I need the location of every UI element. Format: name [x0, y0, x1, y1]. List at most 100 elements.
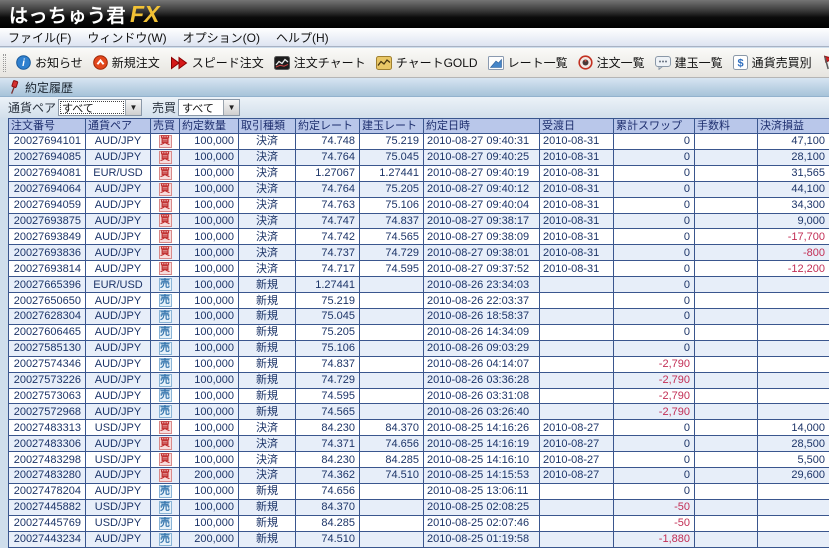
toolbar-button-label: 新規注文 [112, 54, 160, 71]
chevron-down-icon[interactable]: ▼ [125, 100, 141, 115]
chart-gold-icon [376, 56, 392, 70]
cell-exec-datetime: 2010-08-25 14:15:53 [424, 468, 540, 484]
cell-quantity: 100,000 [180, 500, 239, 516]
table-row[interactable]: 20027665396EUR/USD売100,000新規1.274412010-… [9, 277, 829, 293]
table-row[interactable]: 20027694085AUD/JPY買100,000決済74.76475.045… [9, 150, 829, 166]
table-row[interactable]: 20027628304AUD/JPY売100,000新規75.0452010-0… [9, 309, 829, 325]
table-row[interactable]: 20027693875AUD/JPY買100,000決済74.74774.837… [9, 214, 829, 230]
toolbar-button-label: レート一覧 [508, 54, 568, 71]
cell-currency-pair: AUD/JPY [86, 404, 151, 420]
table-row[interactable]: 20027650650AUD/JPY売100,000新規75.2192010-0… [9, 293, 829, 309]
chart-gold-button[interactable]: チャートGOLD [371, 52, 483, 73]
buy-badge: 買 [159, 469, 172, 482]
toolbar: i お知らせ 新規注文スピード注文注文チャート チャートGOLD レート一覧注文一覧 建玉… [0, 48, 829, 78]
toolbar-button-label: チャートGOLD [396, 54, 478, 71]
cell-value-date [540, 293, 614, 309]
buy-badge: 買 [159, 230, 172, 243]
table-row[interactable]: 20027693836AUD/JPY買100,000決済74.73774.729… [9, 245, 829, 261]
table-row[interactable]: 20027585130AUD/JPY売100,000新規75.1062010-0… [9, 341, 829, 357]
cell-value-date: 2010-08-27 [540, 452, 614, 468]
menu-item-3[interactable]: ヘルプ(H) [268, 28, 337, 46]
order-list-button[interactable]: 注文一覧 [573, 52, 650, 73]
table-row[interactable]: 20027483306AUD/JPY買100,000決済74.37174.656… [9, 436, 829, 452]
cell-value-date [540, 532, 614, 548]
cell-quantity: 100,000 [180, 516, 239, 532]
table-row[interactable]: 20027694059AUD/JPY買100,000決済74.76375.106… [9, 198, 829, 214]
cell-swap: 0 [614, 214, 695, 230]
cell-position-rate: 74.837 [360, 214, 424, 230]
cell-trade-type: 新規 [239, 293, 296, 309]
order-chart-icon [274, 56, 290, 70]
cell-value-date: 2010-08-31 [540, 150, 614, 166]
position-list-button[interactable]: 建玉一覧 [650, 52, 728, 73]
table-row[interactable]: 20027483298USD/JPY買100,000決済84.23084.285… [9, 452, 829, 468]
table-row[interactable]: 20027573063AUD/JPY売100,000新規74.5952010-0… [9, 389, 829, 405]
order-chart-button[interactable]: 注文チャート [269, 52, 371, 73]
cell-exec-datetime: 2010-08-27 09:38:09 [424, 229, 540, 245]
column-header-currency-pair: 通貨ペア [86, 118, 151, 134]
menu-item-0[interactable]: ファイル(F) [0, 28, 79, 46]
cell-exec-rate: 1.27067 [296, 166, 360, 182]
cell-swap: 0 [614, 229, 695, 245]
table-row[interactable]: 20027445882USD/JPY売100,000新規84.3702010-0… [9, 500, 829, 516]
cell-value-date: 2010-08-31 [540, 134, 614, 150]
cell-quantity: 100,000 [180, 293, 239, 309]
currency-pair-select[interactable]: すべて ▼ [58, 99, 142, 116]
execution-history-icon [822, 55, 829, 70]
cell-value-date [540, 516, 614, 532]
speed-order-button[interactable]: スピード注文 [165, 52, 269, 73]
table-row[interactable]: 20027572968AUD/JPY売100,000新規74.5652010-0… [9, 404, 829, 420]
table-row[interactable]: 20027483280AUD/JPY買200,000決済74.36274.510… [9, 468, 829, 484]
table-row[interactable]: 20027443234AUD/JPY売200,000新規74.5102010-0… [9, 532, 829, 548]
cell-value-date: 2010-08-27 [540, 468, 614, 484]
new-order-button[interactable]: 新規注文 [88, 52, 165, 73]
buy-badge: 買 [159, 246, 172, 259]
order-list-icon [578, 55, 593, 70]
table-row[interactable]: 20027693849AUD/JPY買100,000決済74.74274.565… [9, 229, 829, 245]
chevron-down-icon[interactable]: ▼ [223, 100, 239, 115]
cell-order-no: 20027443234 [9, 532, 86, 548]
table-row[interactable]: 20027606465AUD/JPY売100,000新規75.2052010-0… [9, 325, 829, 341]
cell-side: 売 [151, 277, 180, 293]
table-row[interactable]: 20027445769USD/JPY売100,000新規84.2852010-0… [9, 516, 829, 532]
info-icon: i [16, 55, 31, 70]
menu-item-1[interactable]: ウィンドウ(W) [79, 28, 174, 46]
cell-order-no: 20027694085 [9, 150, 86, 166]
info-button[interactable]: i お知らせ [11, 52, 88, 73]
menu-bar: ファイル(F)ウィンドウ(W)オプション(O)ヘルプ(H) [0, 28, 829, 47]
cell-exec-rate: 1.27441 [296, 277, 360, 293]
cell-position-rate [360, 357, 424, 373]
cell-currency-pair: AUD/JPY [86, 261, 151, 277]
cell-quantity: 100,000 [180, 198, 239, 214]
cell-pl [758, 373, 829, 389]
cell-quantity: 100,000 [180, 182, 239, 198]
cell-side: 買 [151, 166, 180, 182]
buy-badge: 買 [159, 167, 172, 180]
rate-list-button[interactable]: レート一覧 [483, 52, 573, 73]
column-header-exec-rate: 約定レート [296, 118, 360, 134]
new-order-icon [93, 55, 108, 70]
table-row[interactable]: 20027574346AUD/JPY売100,000新規74.8372010-0… [9, 357, 829, 373]
cell-position-rate [360, 516, 424, 532]
cell-order-no: 20027572968 [9, 404, 86, 420]
table-row[interactable]: 20027694064AUD/JPY買100,000決済74.76475.205… [9, 182, 829, 198]
execution-history-button[interactable]: 約定履歴 [817, 52, 829, 73]
cell-commission [695, 134, 758, 150]
cell-side: 売 [151, 341, 180, 357]
cell-side: 買 [151, 245, 180, 261]
table-row[interactable]: 20027694101AUD/JPY買100,000決済74.74875.219… [9, 134, 829, 150]
toolbar-button-label: お知らせ [35, 54, 83, 71]
table-row[interactable]: 20027693814AUD/JPY買100,000決済74.71774.595… [9, 261, 829, 277]
table-row[interactable]: 20027478204AUD/JPY売100,000新規74.6562010-0… [9, 484, 829, 500]
toolbar-button-label: 建玉一覧 [675, 54, 723, 71]
currency-side-button[interactable]: $通貨売買別 [728, 52, 817, 73]
cell-value-date: 2010-08-27 [540, 420, 614, 436]
toolbar-grip[interactable] [3, 54, 6, 72]
side-select[interactable]: すべて ▼ [178, 99, 240, 116]
cell-position-rate [360, 532, 424, 548]
menu-item-2[interactable]: オプション(O) [175, 28, 268, 46]
table-row[interactable]: 20027694081EUR/USD買100,000決済1.270671.274… [9, 166, 829, 182]
table-row[interactable]: 20027573226AUD/JPY売100,000新規74.7292010-0… [9, 373, 829, 389]
table-row[interactable]: 20027483313USD/JPY買100,000決済84.23084.370… [9, 420, 829, 436]
cell-exec-rate: 74.737 [296, 245, 360, 261]
